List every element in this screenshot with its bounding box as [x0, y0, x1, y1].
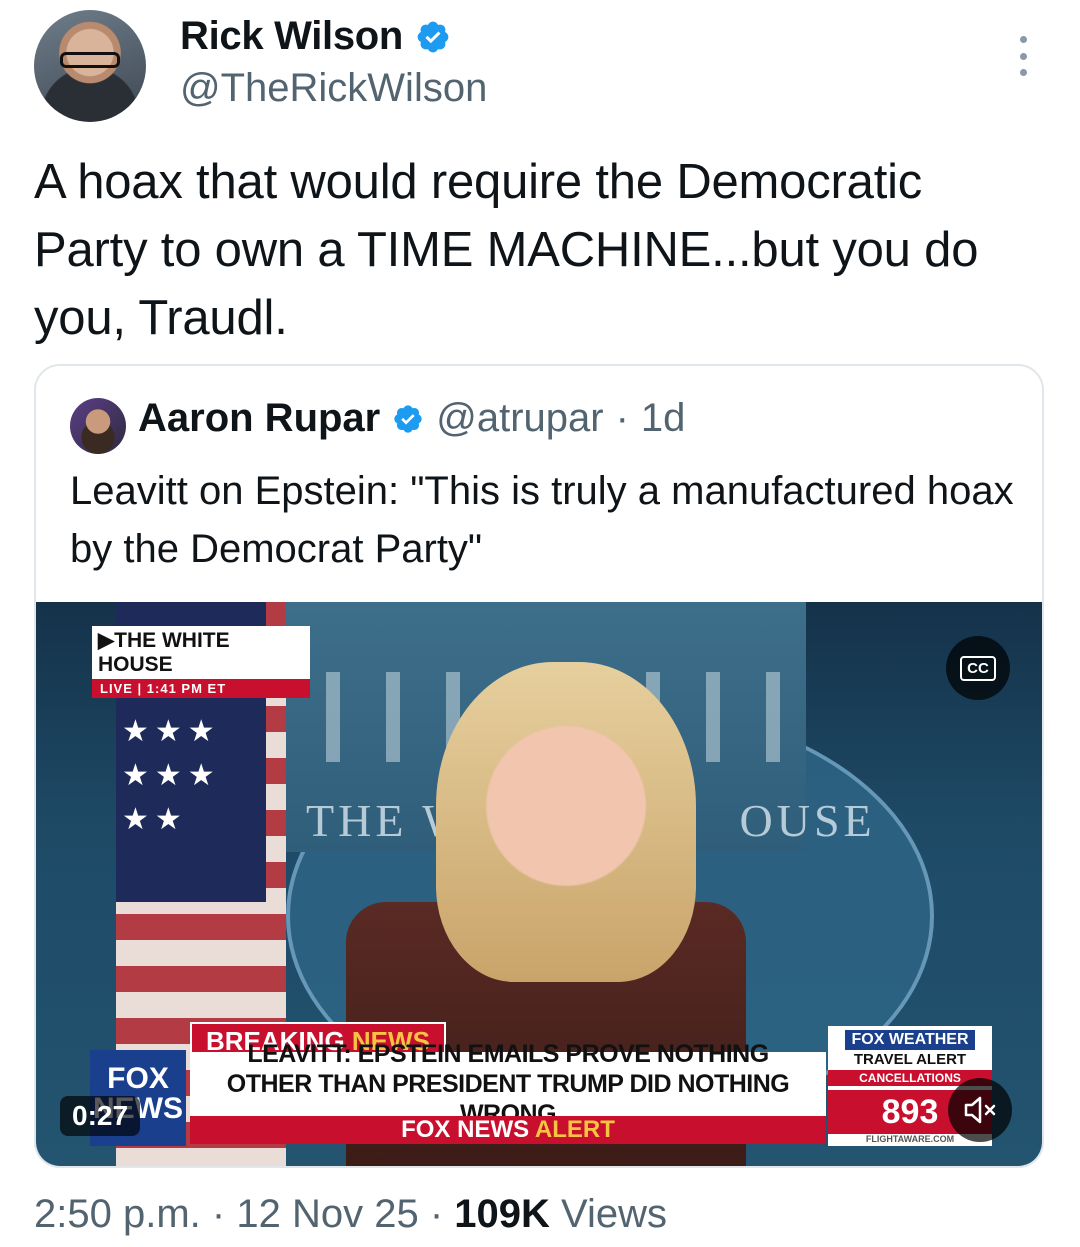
quoted-age[interactable]: 1d	[641, 396, 686, 441]
author-name[interactable]: Rick Wilson	[180, 14, 403, 59]
tweet-text: A hoax that would require the Democratic…	[34, 155, 979, 345]
channel-bug: ▶THE WHITE HOUSE LIVE | 1:41 PM ET	[92, 626, 310, 698]
views-count: 109K	[454, 1192, 550, 1236]
author-avatar[interactable]	[34, 10, 146, 122]
quoted-separator: ·	[615, 396, 629, 440]
quoted-author-handle[interactable]: @atrupar	[436, 396, 603, 441]
tweet-date[interactable]: 12 Nov 25	[236, 1192, 418, 1236]
quoted-text: Leavitt on Epstein: "This is truly a man…	[70, 469, 1014, 571]
quoted-author-name[interactable]: Aaron Rupar	[138, 396, 380, 441]
headline-line-1: LEAVITT: EPSTEIN EMAILS PROVE NOTHING	[247, 1040, 769, 1068]
quoted-header: Aaron Rupar @atrupar · 1d	[138, 396, 685, 441]
quoted-tweet[interactable]: Aaron Rupar @atrupar · 1d Leavitt on Eps…	[34, 364, 1044, 1168]
mute-icon[interactable]	[948, 1078, 1012, 1142]
views-label: Views	[561, 1192, 667, 1236]
speaker	[436, 662, 696, 982]
cc-icon[interactable]: CC	[946, 636, 1010, 700]
breaking-news-chyron: BREAKING NEWS LEAVITT: EPSTEIN EMAILS PR…	[190, 1022, 826, 1148]
verified-badge-icon	[417, 21, 449, 52]
tweet-meta: 2:50 p.m. · 12 Nov 25 · 109K Views	[34, 1192, 667, 1236]
author-name-row: Rick Wilson	[180, 14, 451, 59]
video-player[interactable]: THE WOUSE ★★★★★★★★★★★★★★ ▶THE WHITE HOUS…	[36, 602, 1042, 1166]
avatar-glasses	[60, 52, 120, 68]
tweet-time[interactable]: 2:50 p.m.	[34, 1192, 201, 1236]
author-handle[interactable]: @TheRickWilson	[180, 66, 487, 111]
more-options-icon[interactable]	[1010, 36, 1036, 76]
quoted-author-avatar[interactable]	[70, 398, 126, 454]
video-elapsed-time: 0:27	[60, 1096, 141, 1136]
verified-badge-icon	[394, 404, 422, 433]
